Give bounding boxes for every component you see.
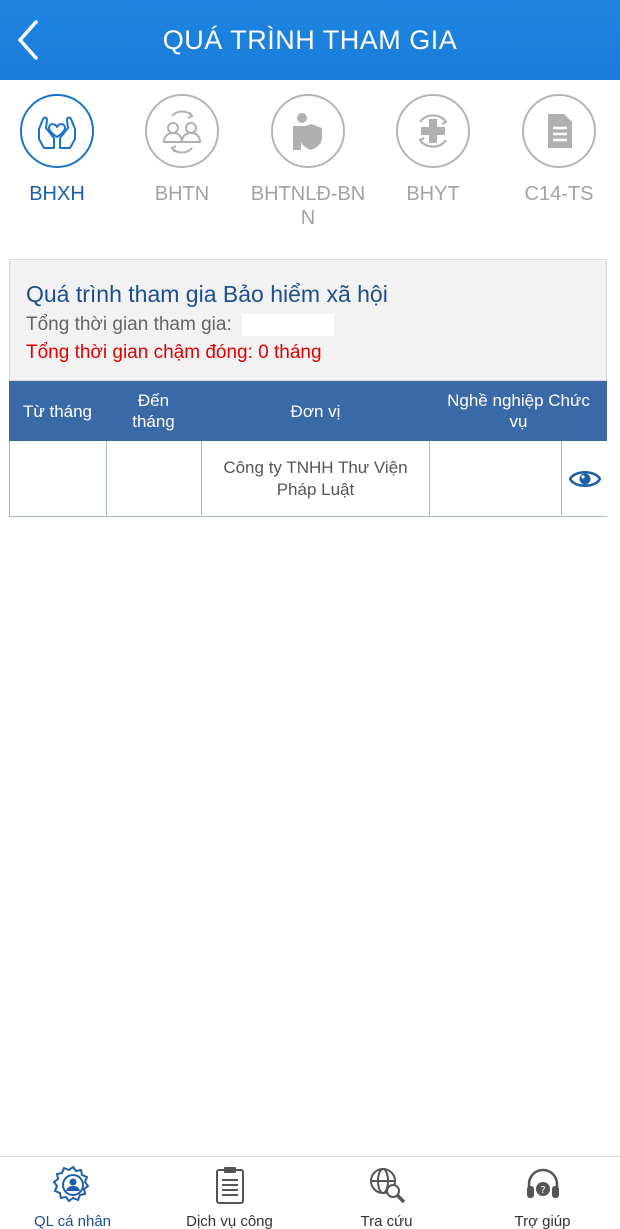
tab-label: C14-TS [524, 183, 594, 205]
tab-label: BHTN [154, 183, 210, 205]
tab-bhtnld-bnn[interactable]: BHTNLĐ-BNN [246, 90, 370, 230]
nav-label: Tra cứu [360, 1213, 413, 1229]
medical-cross-icon [396, 94, 470, 168]
summary-panel: Quá trình tham gia Bảo hiểm xã hội Tổng … [9, 259, 607, 381]
clipboard-icon [210, 1165, 250, 1205]
nav-dich-vu-cong[interactable]: Dịch vụ công [152, 1157, 307, 1229]
tab-c14-ts[interactable]: C14-TS [497, 90, 620, 206]
nav-tra-cuu[interactable]: Tra cứu [309, 1157, 464, 1229]
people-exchange-icon [145, 94, 219, 168]
eye-icon [568, 470, 601, 487]
page-title: QUÁ TRÌNH THAM GIA [162, 24, 458, 55]
participation-table: Từ tháng Đến tháng Đơn vị Nghề nghiệp Ch… [9, 381, 607, 517]
heart-hands-icon [20, 94, 94, 168]
cell-from [10, 441, 107, 516]
tab-bhxh[interactable]: BHXH [0, 90, 119, 206]
chevron-left-icon [18, 20, 38, 60]
worker-shield-icon [271, 94, 345, 168]
tab-label: BHXH [29, 183, 85, 205]
bottom-navigation: QL cá nhân Dịch vụ công Tra cứu ? Trợ gi… [0, 1156, 620, 1229]
nav-tro-giup[interactable]: ? Trợ giúp [465, 1157, 620, 1229]
total-time-row: Tổng thời gian tham gia: [26, 314, 590, 336]
view-detail-button[interactable] [562, 441, 607, 516]
table-row[interactable]: Công ty TNHH Thư Viện Pháp Luật [9, 441, 607, 517]
nav-ql-ca-nhan[interactable]: QL cá nhân [0, 1157, 150, 1229]
tab-bhyt[interactable]: BHYT [371, 90, 495, 206]
late-payment-label: Tổng thời gian chậm đóng: 0 tháng [26, 342, 322, 364]
nav-label: Trợ giúp [514, 1213, 571, 1229]
headset-icon: ? [523, 1165, 563, 1205]
nav-label: QL cá nhân [34, 1213, 111, 1229]
column-header-job-label: Nghề nghiệp Chức vụ [447, 391, 590, 431]
tab-label: BHYT [406, 183, 460, 205]
document-icon [522, 94, 596, 168]
cell-unit: Công ty TNHH Thư Viện Pháp Luật [202, 441, 431, 516]
column-header-to: Đến tháng [132, 391, 175, 431]
svg-text:?: ? [540, 1185, 545, 1196]
globe-search-icon [367, 1165, 407, 1205]
insurance-tabs: BHXH BHTN BHTNLĐ-BNN BHYT C14-TS [0, 90, 620, 240]
table-header: Từ tháng Đến tháng Đơn vị Nghề nghiệp Ch… [9, 381, 607, 441]
back-button[interactable] [10, 16, 50, 64]
total-time-label: Tổng thời gian tham gia: [26, 314, 232, 336]
gear-user-icon [52, 1165, 93, 1205]
tab-bhtn[interactable]: BHTN [120, 90, 244, 206]
column-header-job: Nghề nghiệp Chức vụ [430, 381, 607, 441]
cell-to [107, 441, 202, 516]
nav-label: Dịch vụ công [186, 1213, 273, 1229]
column-header-from: Từ tháng [22, 401, 93, 421]
app-header: QUÁ TRÌNH THAM GIA [0, 0, 620, 80]
summary-title: Quá trình tham gia Bảo hiểm xã hội [26, 281, 388, 307]
cell-job [430, 441, 563, 516]
redacted-value [241, 314, 334, 336]
tab-label: BHTNLĐ-BNN [250, 183, 366, 229]
column-header-unit: Đơn vị [290, 401, 341, 421]
